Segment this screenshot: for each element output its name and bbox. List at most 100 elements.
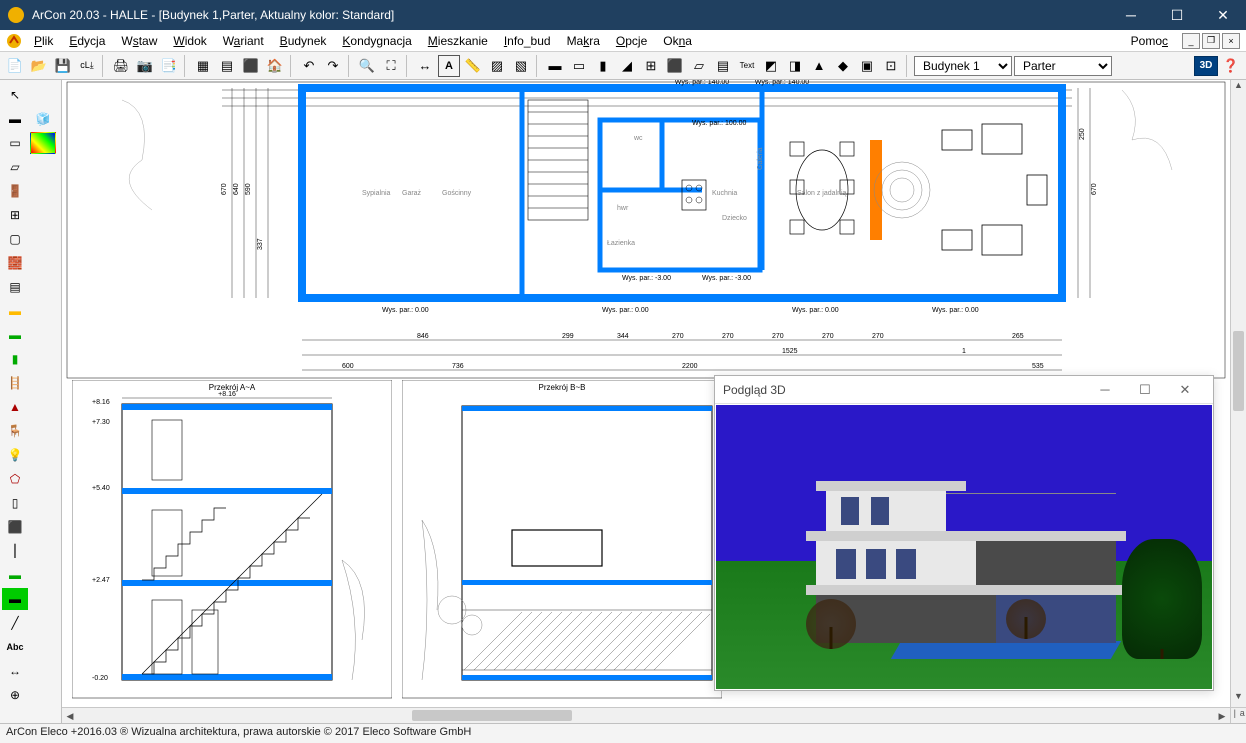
vscroll-thumb[interactable] [1233,331,1244,411]
preview-3d-window[interactable]: Podgląd 3D ─ ☐ ✕ [714,375,1214,691]
preview-3d-titlebar[interactable]: Podgląd 3D ─ ☐ ✕ [715,376,1213,404]
menu-wstaw[interactable]: Wstaw [113,32,165,50]
menu-pomoc[interactable]: Pomoc [1123,32,1176,50]
zoom-button[interactable]: 🔍 [356,55,378,77]
roof-palette-button[interactable]: ▲ [2,396,28,418]
mdi-restore-button[interactable]: ❐ [1202,33,1220,49]
undo-button[interactable]: ↶ [298,55,320,77]
preview-close-button[interactable]: ✕ [1165,382,1205,398]
furniture-palette-button[interactable]: 🪑 [2,420,28,442]
scroll-down-arrow[interactable]: ▼ [1231,691,1246,707]
maximize-button[interactable]: ☐ [1154,0,1200,30]
redo-button[interactable]: ↷ [322,55,344,77]
print-button[interactable]: 🖨 [110,55,132,77]
window-tool-button[interactable]: ⊞ [640,55,662,77]
scroll-right-arrow[interactable]: ▶ [1214,708,1230,723]
wall-palette-button[interactable]: ▬ [2,108,28,130]
opening-button[interactable]: ▱ [688,55,710,77]
save-button[interactable]: 💾 [52,55,74,77]
mdi-close-button[interactable]: × [1222,33,1240,49]
brick-palette-button[interactable]: 🧱 [2,252,28,274]
floor-plan-view[interactable]: Garaż Sypialnia Gościnny hwr wc Łazienka… [62,80,1230,380]
terrain-palette-button[interactable]: ⬛ [2,516,28,538]
house-button[interactable]: 🏠 [264,55,286,77]
mdi-minimize-button[interactable]: _ [1182,33,1200,49]
text-tool-button[interactable]: A [438,55,460,77]
door-palette-button[interactable]: 🚪 [2,180,28,202]
menu-wariant[interactable]: Wariant [215,32,272,50]
preview-maximize-button[interactable]: ☐ [1125,382,1165,398]
save-as-button[interactable]: cL⤓ [76,55,98,77]
drawing-canvas[interactable]: Garaż Sypialnia Gościnny hwr wc Łazienka… [62,80,1230,707]
preview-minimize-button[interactable]: ─ [1085,382,1125,397]
guide-palette-button[interactable]: ⊕ [2,684,28,706]
ruler-button[interactable]: 📏 [462,55,484,77]
section-button[interactable]: ◩ [760,55,782,77]
light-palette-button[interactable]: 💡 [2,444,28,466]
dormer-palette-button[interactable]: ⬠ [2,468,28,490]
slab-button[interactable]: ▭ [568,55,590,77]
floor-palette-button[interactable]: ▤ [2,276,28,298]
scroll-corner-pipe[interactable]: | [1231,708,1239,723]
scroll-corner-a[interactable]: a [1239,708,1246,723]
scroll-left-arrow[interactable]: ◀ [62,708,78,723]
grid-button[interactable]: ▤ [216,55,238,77]
preview-3d-viewport[interactable] [716,405,1212,689]
camera-button[interactable]: 📷 [134,55,156,77]
menu-makra[interactable]: Makra [559,32,608,50]
window-palette-button[interactable]: ⊞ [2,204,28,226]
text-palette-button[interactable]: Abc [2,636,28,658]
scroll-corner[interactable]: | a [1230,707,1246,723]
misc2-button[interactable]: ◆ [832,55,854,77]
close-button[interactable]: ✕ [1200,0,1246,30]
vertical-scrollbar[interactable]: ▲ ▼ [1230,80,1246,707]
scroll-up-arrow[interactable]: ▲ [1231,80,1246,96]
menu-opcje[interactable]: Opcje [608,32,655,50]
menu-info-bud[interactable]: Info_bud [496,32,559,50]
column-palette-button[interactable]: ▮ [2,348,28,370]
zoom-extents-button[interactable]: ⛶ [380,55,402,77]
dimension-button[interactable]: ↔ [414,55,436,77]
select-tool[interactable]: ↖ [2,84,28,106]
color-palette-button[interactable] [30,132,56,154]
layers-button[interactable]: ⬛ [240,55,262,77]
floor-select[interactable]: Parter [1014,56,1112,76]
horizontal-scrollbar[interactable]: ◀ ▶ [62,707,1230,723]
menu-budynek[interactable]: Budynek [272,32,335,50]
opening-palette-button[interactable]: ▢ [2,228,28,250]
help-button[interactable]: ❓ [1220,55,1242,77]
menu-edycja[interactable]: Edycja [61,32,113,50]
export-button[interactable]: 📑 [158,55,180,77]
view-3d-button[interactable]: 3D [1194,56,1218,76]
room-palette-button[interactable]: ▭ [2,132,28,154]
building-select[interactable]: Budynek 1 [914,56,1012,76]
section-b-view[interactable]: Przekrój B~B [402,380,722,700]
door-tool-button[interactable]: ⬛ [664,55,686,77]
new-file-button[interactable]: 📄 [4,55,26,77]
slab-palette-button[interactable]: ▱ [2,156,28,178]
stairs-tool-button[interactable]: ▤ [712,55,734,77]
ceiling-palette-button[interactable]: ▬ [2,300,28,322]
misc4-button[interactable]: ⊡ [880,55,902,77]
beam-palette-button[interactable]: ▬ [2,324,28,346]
minimize-button[interactable]: ─ [1108,0,1154,30]
north-button[interactable]: ◨ [784,55,806,77]
misc1-button[interactable]: ▲ [808,55,830,77]
chimney-palette-button[interactable]: ▯ [2,492,28,514]
menu-widok[interactable]: Widok [165,32,214,50]
hatch1-button[interactable]: ▨ [486,55,508,77]
column-button[interactable]: ▮ [592,55,614,77]
wall-tool-button[interactable]: ▬ [544,55,566,77]
menu-plik[interactable]: Plik [26,32,61,50]
menu-kondygnacja[interactable]: Kondygnacja [334,32,419,50]
hscroll-thumb[interactable] [412,710,572,721]
sheet-button[interactable]: ▦ [192,55,214,77]
roof-tool-button[interactable]: ◢ [616,55,638,77]
measure-palette-button[interactable]: ▬ [2,564,28,586]
menu-okna[interactable]: Okna [655,32,700,50]
section-line-button[interactable]: ⎮ [2,540,28,562]
section-a-view[interactable]: Przekrój A~A [72,380,392,700]
misc3-button[interactable]: ▣ [856,55,878,77]
open-file-button[interactable]: 📂 [28,55,50,77]
paint-palette-button[interactable]: ▬ [2,588,28,610]
